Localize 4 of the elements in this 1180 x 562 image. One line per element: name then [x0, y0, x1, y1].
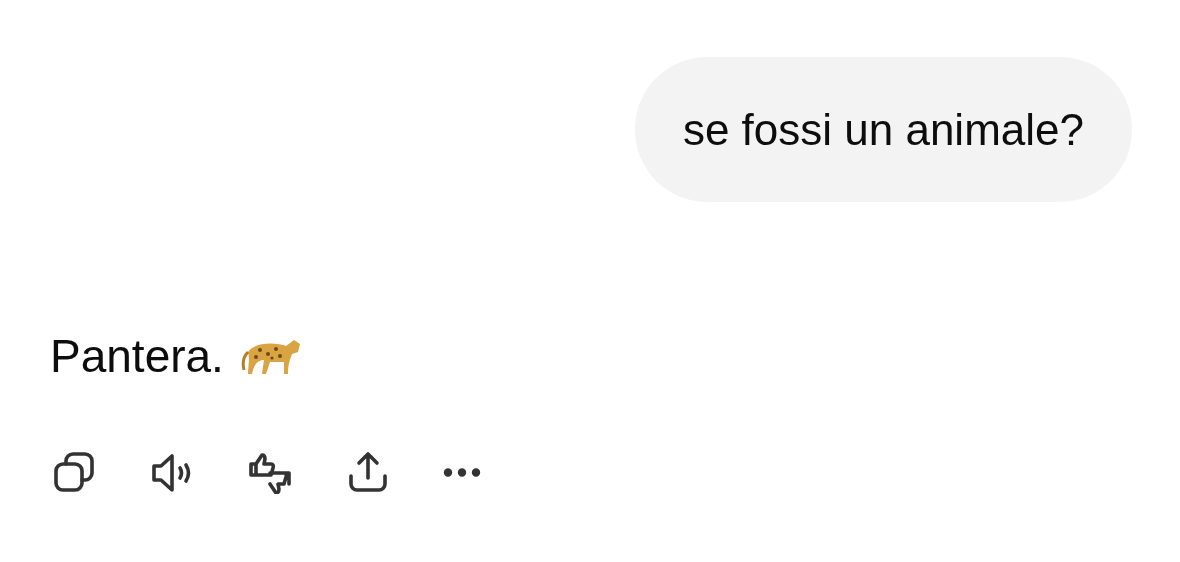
thumbs-icon [246, 450, 294, 494]
user-message: se fossi un animale? [634, 57, 1132, 202]
reply-message: Pantera. [50, 333, 224, 379]
more-icon [442, 467, 482, 477]
